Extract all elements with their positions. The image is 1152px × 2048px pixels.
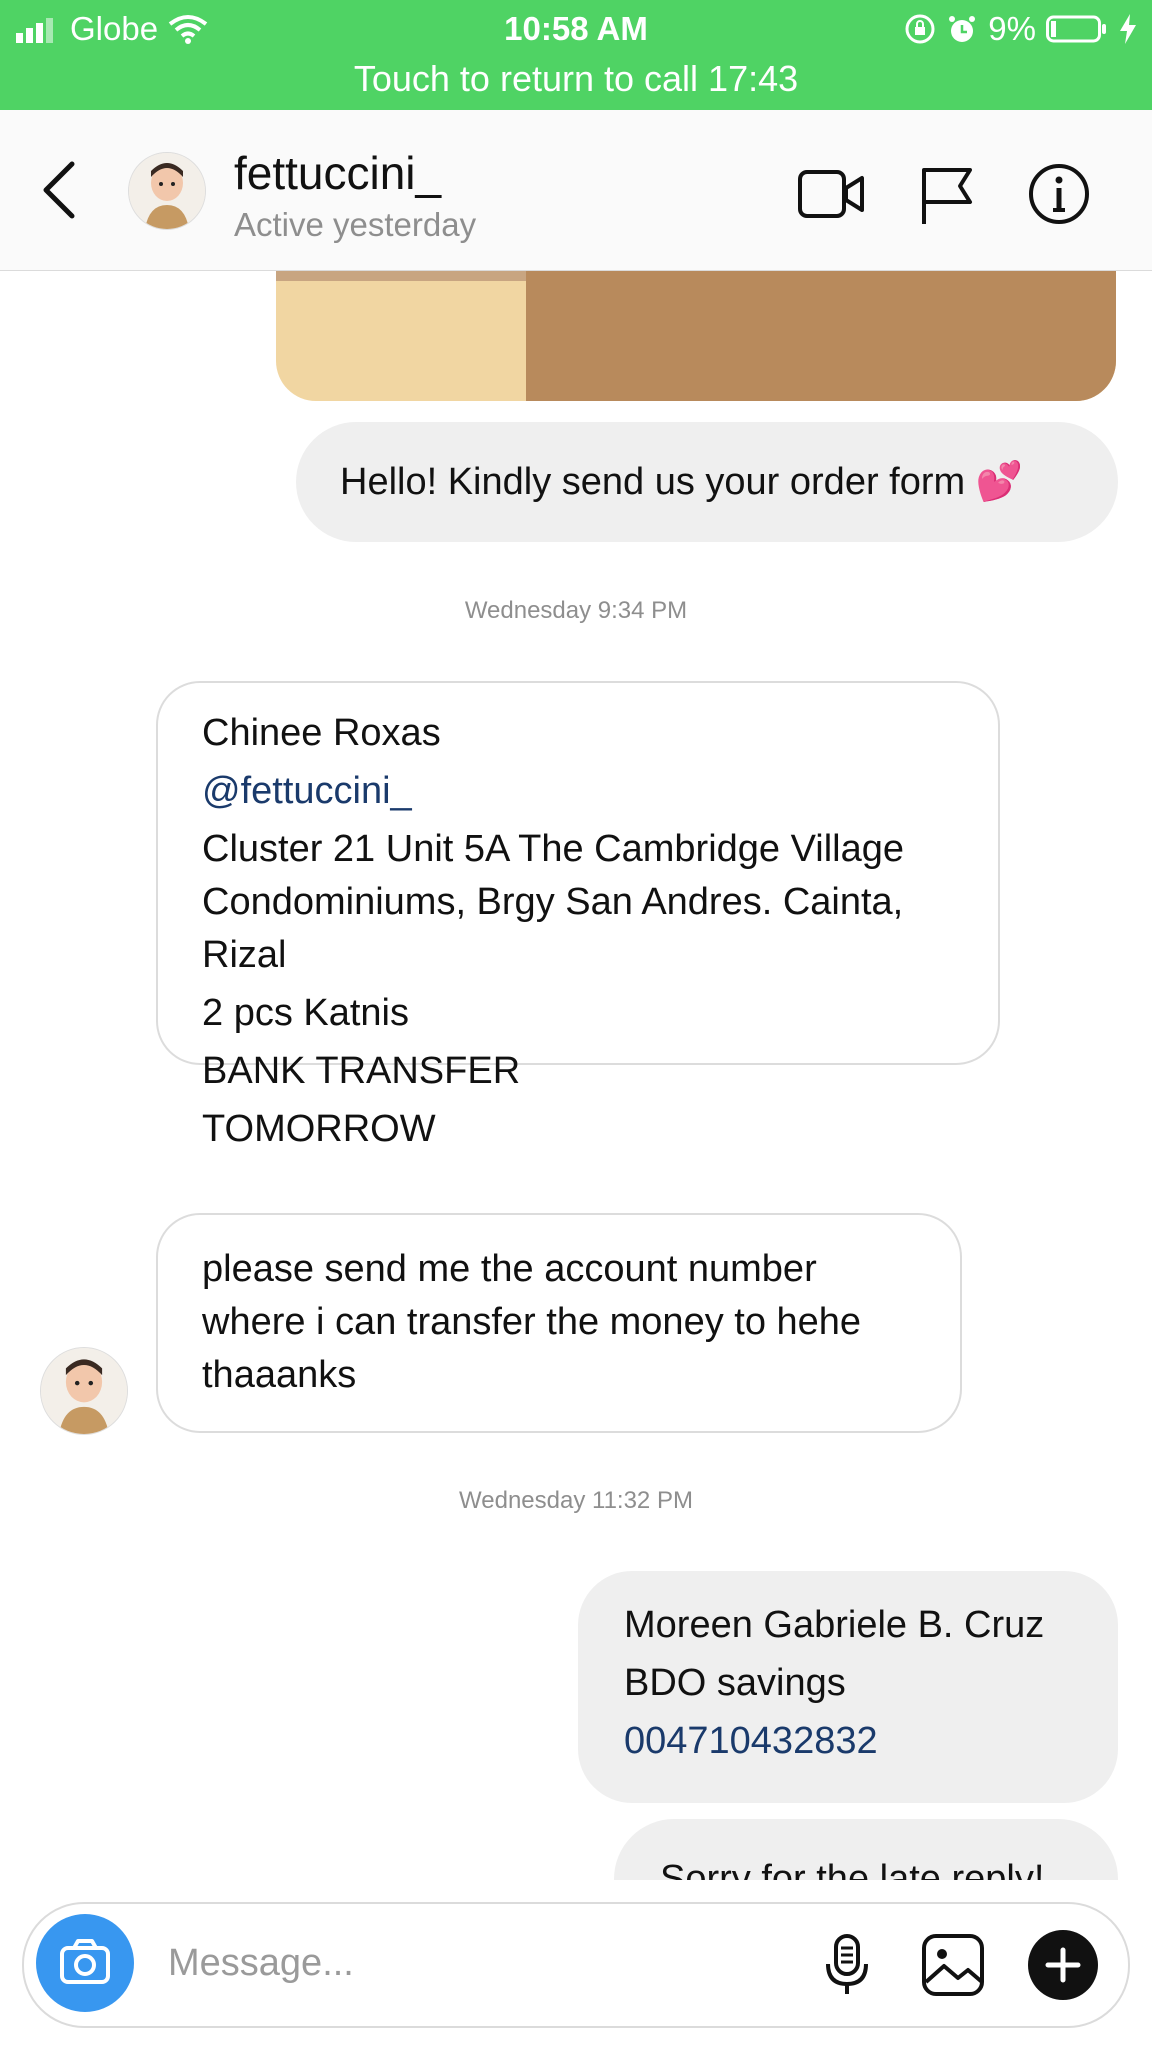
message-line: Chinee Roxas <box>202 712 441 754</box>
incoming-message[interactable]: Chinee Roxas @fettuccini_ Cluster 21 Uni… <box>156 681 1000 1150</box>
account-number-link[interactable]: 004710432832 <box>624 1715 1044 1768</box>
message-thread[interactable]: Hello! Kindly send us your order form 💕 … <box>0 271 1152 1880</box>
message-line: where i can transfer the money to hehe <box>202 1301 862 1343</box>
more-options-button[interactable] <box>1028 1930 1098 2000</box>
sender-avatar[interactable] <box>40 1347 128 1435</box>
camera-icon <box>60 1939 110 1984</box>
battery-icon <box>1046 15 1106 43</box>
microphone-icon[interactable] <box>814 1932 880 1998</box>
message-line: Moreen Gabriele B. Cruz <box>624 1604 1045 1646</box>
message-line: TOMORROW <box>202 1108 436 1150</box>
shared-photo[interactable] <box>276 271 1116 401</box>
timestamp: Wednesday 11:32 PM <box>459 1487 693 1514</box>
plus-icon <box>1045 1947 1081 1983</box>
info-icon[interactable] <box>1024 162 1094 226</box>
contact-username[interactable]: fettuccini_ <box>234 146 441 200</box>
message-line: Cluster 21 Unit 5A The Cambridge Village <box>202 828 904 870</box>
battery-percent: 9% <box>988 10 1036 47</box>
message-line: BDO savings <box>624 1662 846 1704</box>
charging-bolt-icon <box>1120 14 1136 44</box>
message-text: Hello! Kindly send us your order form 💕 <box>340 461 1024 503</box>
outgoing-message[interactable]: Moreen Gabriele B. Cruz BDO savings 0047… <box>578 1571 1118 1803</box>
gallery-icon[interactable] <box>920 1932 986 1998</box>
alarm-icon <box>949 16 976 42</box>
message-line: please send me the account number <box>202 1248 817 1290</box>
video-call-icon[interactable] <box>796 162 866 226</box>
memoji-avatar-icon <box>129 153 205 229</box>
status-bar: Globe 10:58 AM 9% Touch to return to cal… <box>0 0 1152 110</box>
camera-button[interactable] <box>36 1914 134 2012</box>
message-line: Condominiums, Brgy San Andres. Cainta, <box>202 881 904 923</box>
timestamp: Wednesday 9:34 PM <box>464 597 688 624</box>
message-line: thaaanks <box>202 1354 357 1396</box>
contact-activity-status: Active yesterday <box>234 206 477 243</box>
back-chevron-icon[interactable] <box>40 160 80 220</box>
outgoing-message[interactable]: Hello! Kindly send us your order form 💕 <box>296 422 1118 542</box>
memoji-avatar-icon <box>41 1348 127 1434</box>
message-composer: Message... <box>22 1902 1130 2028</box>
conversation-header: fettuccini_ Active yesterday <box>0 110 1152 271</box>
message-text: Sorry for the late reply! <box>660 1858 1045 1880</box>
message-line: Rizal <box>202 934 287 976</box>
incoming-message[interactable]: please send me the account number where … <box>156 1213 962 1433</box>
message-input[interactable]: Message... <box>168 1942 354 1985</box>
rotation-lock-icon <box>905 14 935 44</box>
outgoing-message[interactable]: Sorry for the late reply! <box>614 1819 1118 1880</box>
message-line: 2 pcs Katnis <box>202 992 409 1034</box>
contact-avatar[interactable] <box>128 152 206 230</box>
flag-icon[interactable] <box>912 162 982 226</box>
mention-link[interactable]: @fettuccini_ <box>202 765 904 823</box>
return-to-call-banner[interactable]: Touch to return to call 17:43 <box>0 58 1152 100</box>
message-line: BANK TRANSFER <box>202 1050 521 1092</box>
